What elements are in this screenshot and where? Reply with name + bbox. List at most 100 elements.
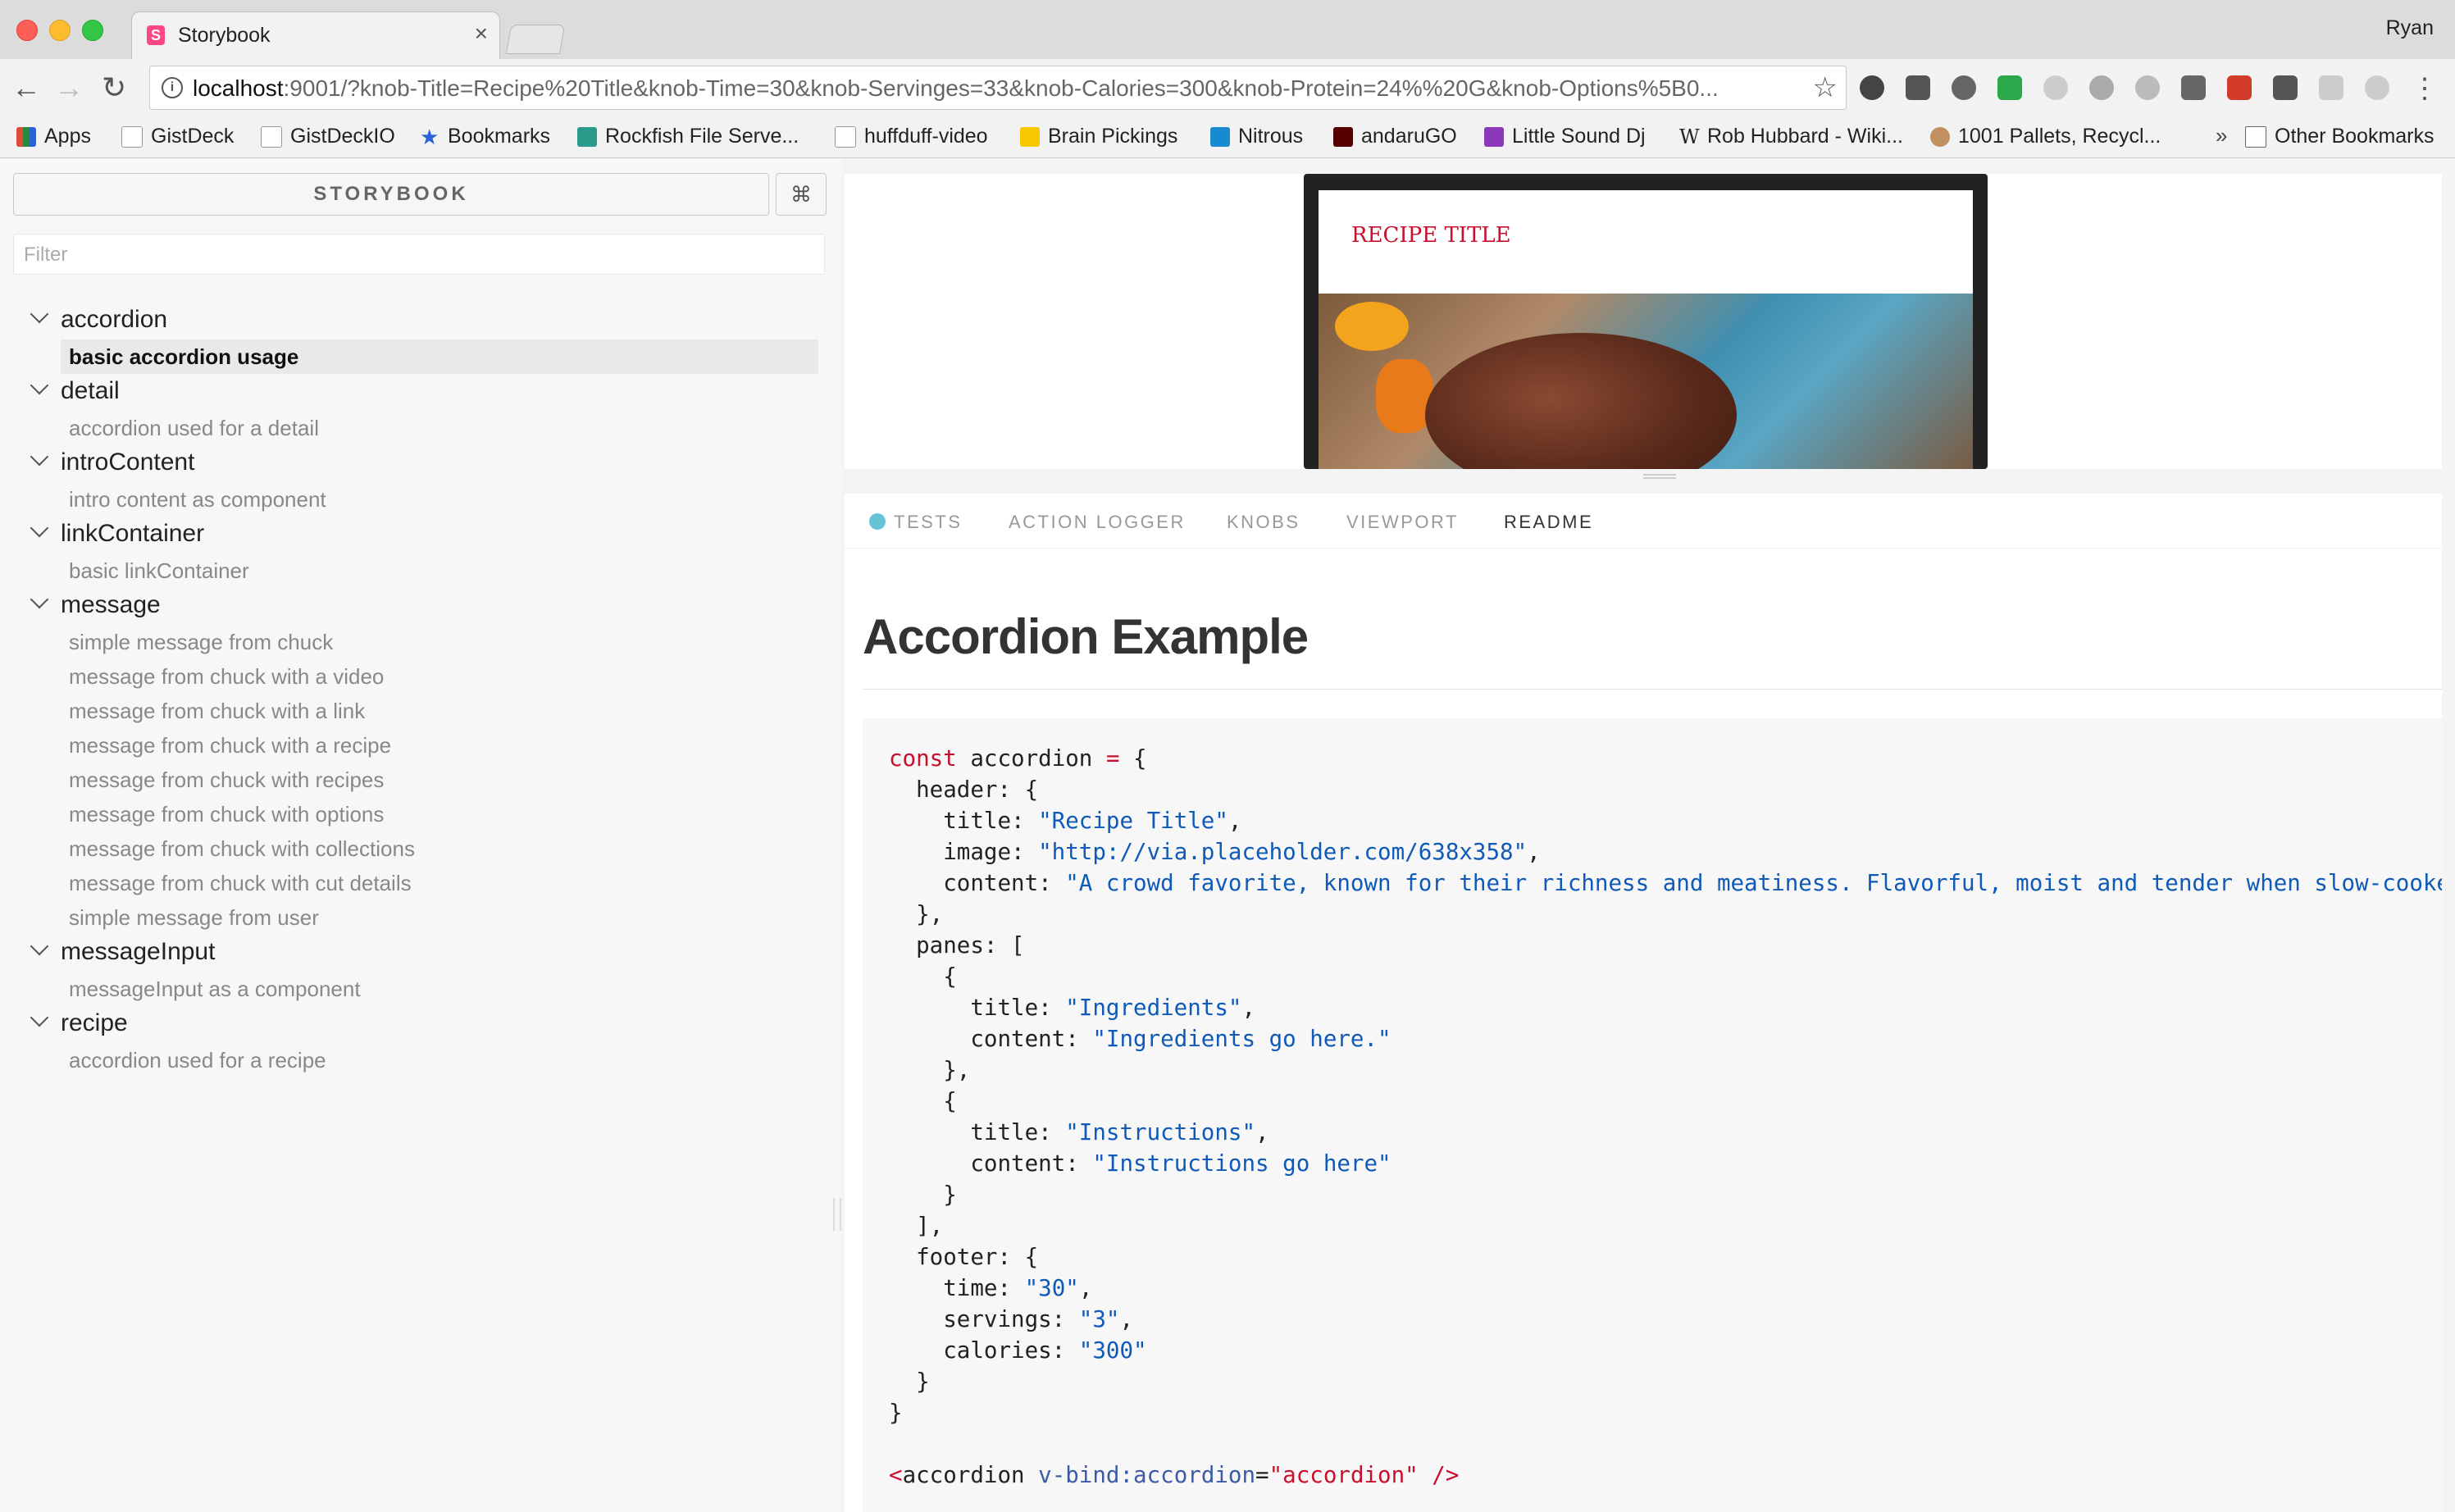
bookmark-label: Apps	[44, 125, 91, 148]
bookmark-rob-hubbard[interactable]: W Rob Hubbard - Wiki...	[1679, 125, 1903, 148]
sidebar-resize-handle[interactable]	[833, 1198, 841, 1231]
tab-readme[interactable]: README	[1504, 512, 1593, 533]
tests-status-icon	[869, 513, 886, 530]
more-bookmarks-chevron-icon[interactable]: »	[2216, 123, 2227, 148]
story-message-6[interactable]: message from chuck with collections	[0, 831, 841, 866]
story-label: message from chuck with a recipe	[69, 733, 392, 758]
story-accordion-used-for-a-recipe[interactable]: accordion used for a recipe	[0, 1043, 841, 1077]
kind-messageinput[interactable]: messageInput	[0, 935, 841, 972]
story-messageinput-as-a-component[interactable]: messageInput as a component	[0, 972, 841, 1006]
readme-divider	[863, 689, 2442, 690]
browser-menu-icon[interactable]: ⋮	[2411, 72, 2439, 105]
bookmark-label: GistDeckIO	[290, 125, 395, 148]
brain-pickings-icon	[1020, 126, 1040, 147]
story-message-7[interactable]: message from chuck with cut details	[0, 866, 841, 900]
story-message-5[interactable]: message from chuck with options	[0, 797, 841, 831]
bookmark-other[interactable]: Other Bookmarks	[2245, 125, 2435, 148]
back-arrow-icon[interactable]: ←	[11, 71, 41, 105]
url-text[interactable]: localhost:9001/?knob-Title=Recipe%20Titl…	[193, 75, 1800, 102]
bookmark-label: Rockfish File Serve...	[605, 125, 799, 148]
address-bar[interactable]: i localhost:9001/?knob-Title=Recipe%20Ti…	[149, 66, 1847, 110]
bookmark-label: GistDeck	[151, 125, 235, 148]
google-drive-icon[interactable]	[1997, 75, 2022, 100]
url-host: localhost	[193, 75, 284, 101]
site-info-icon[interactable]: i	[162, 77, 183, 98]
extension-6-icon[interactable]	[2089, 75, 2114, 100]
readme-code-block: const accordion = { header: { title: "Re…	[863, 718, 2442, 1512]
profile-name[interactable]: Ryan	[2386, 16, 2434, 40]
extension-7-icon[interactable]	[2135, 75, 2160, 100]
story-message-3[interactable]: message from chuck with a recipe	[0, 728, 841, 763]
storybook-title-button[interactable]: STORYBOOK	[13, 173, 769, 216]
tab-close-icon[interactable]: ×	[475, 20, 488, 47]
apps-grid-icon	[16, 126, 36, 147]
close-window-button[interactable]	[16, 20, 38, 41]
kind-message[interactable]: message	[0, 588, 841, 625]
bookmark-label: Bookmarks	[448, 125, 551, 148]
recipe-title[interactable]: RECIPE TITLE	[1351, 223, 1511, 248]
extension-3-icon[interactable]	[1952, 75, 1976, 100]
panel-splitter[interactable]	[845, 469, 2442, 484]
bookmark-gistdeck[interactable]: GistDeck	[121, 125, 234, 148]
forward-arrow-icon[interactable]: →	[54, 71, 84, 105]
maximize-window-button[interactable]	[82, 20, 103, 41]
story-label: intro content as component	[69, 487, 326, 512]
bookmark-brain-pickings[interactable]: Brain Pickings	[1020, 125, 1177, 148]
extension-12-icon[interactable]	[2365, 75, 2389, 100]
reload-icon[interactable]: ↻	[102, 71, 126, 105]
kind-detail[interactable]: detail	[0, 374, 841, 411]
story-message-1[interactable]: message from chuck with a video	[0, 659, 841, 694]
story-intro-content-as-component[interactable]: intro content as component	[0, 482, 841, 517]
bookmark-nitrous[interactable]: Nitrous	[1210, 125, 1303, 148]
bookmark-huffduff[interactable]: huffduff-video	[835, 125, 988, 148]
story-accordion-used-for-a-detail[interactable]: accordion used for a detail	[0, 411, 841, 445]
wikipedia-icon: W	[1679, 125, 1700, 148]
kind-label: message	[61, 591, 161, 618]
story-message-8[interactable]: simple message from user	[0, 900, 841, 935]
extension-5-icon[interactable]	[2043, 75, 2068, 100]
story-message-4[interactable]: message from chuck with recipes	[0, 763, 841, 797]
story-message-2[interactable]: message from chuck with a link	[0, 694, 841, 728]
addons-panel: TESTS ACTION LOGGER KNOBS VIEWPORT READM…	[845, 494, 2442, 1512]
minimize-window-button[interactable]	[49, 20, 71, 41]
storybook-favicon-icon: S	[147, 25, 165, 45]
story-label: message from chuck with collections	[69, 836, 415, 861]
extension-11-icon[interactable]	[2319, 75, 2343, 100]
kind-recipe[interactable]: recipe	[0, 1006, 841, 1043]
extension-9-icon[interactable]	[2227, 75, 2252, 100]
extension-1-icon[interactable]	[1860, 75, 1884, 100]
chevron-down-icon	[30, 1008, 49, 1027]
tab-action-logger[interactable]: ACTION LOGGER	[1009, 512, 1186, 533]
kind-accordion[interactable]: accordion	[0, 303, 841, 339]
pocket-icon[interactable]	[1906, 75, 1930, 100]
story-message-0[interactable]: simple message from chuck	[0, 625, 841, 659]
new-tab-button[interactable]	[505, 25, 566, 54]
filter-input[interactable]: Filter	[13, 234, 825, 275]
tab-viewport[interactable]: VIEWPORT	[1346, 512, 1459, 533]
browser-toolbar: ← → ↻ i localhost:9001/?knob-Title=Recip…	[0, 59, 2455, 118]
kind-label: recipe	[61, 1009, 128, 1036]
bookmark-little-sound-dj[interactable]: Little Sound Dj	[1484, 125, 1646, 148]
story-basic-accordion-usage[interactable]: basic accordion usage	[0, 339, 841, 374]
tab-knobs[interactable]: KNOBS	[1227, 512, 1300, 533]
bookmark-star-icon[interactable]: ☆	[1813, 71, 1838, 104]
bookmark-apps[interactable]: Apps	[16, 125, 91, 148]
tab-title: Storybook	[178, 24, 271, 47]
tab-tests[interactable]: TESTS	[869, 512, 962, 533]
browser-tab[interactable]: S Storybook ×	[131, 11, 500, 60]
keyboard-shortcuts-button[interactable]: ⌘	[776, 173, 827, 216]
story-label: messageInput as a component	[69, 977, 361, 1001]
bookmark-gistdeckio[interactable]: GistDeckIO	[261, 125, 395, 148]
chevron-down-icon	[30, 936, 49, 956]
link-icon[interactable]	[2181, 75, 2206, 100]
bookmark-rockfish[interactable]: Rockfish File Serve...	[577, 125, 799, 148]
bookmark-bookmarks[interactable]: ★ Bookmarks	[420, 125, 550, 148]
bookmark-andarugo[interactable]: andaruGO	[1333, 125, 1457, 148]
bookmark-1001-pallets[interactable]: 1001 Pallets, Recycl...	[1930, 125, 2161, 148]
story-basic-linkcontainer[interactable]: basic linkContainer	[0, 553, 841, 588]
extension-10-icon[interactable]	[2273, 75, 2298, 100]
kind-linkcontainer[interactable]: linkContainer	[0, 517, 841, 553]
little-sound-dj-icon	[1484, 126, 1504, 147]
bookmarks-bar: Apps GistDeck GistDeckIO ★ Bookmarks Rock…	[0, 118, 2455, 158]
kind-introcontent[interactable]: introContent	[0, 445, 841, 482]
